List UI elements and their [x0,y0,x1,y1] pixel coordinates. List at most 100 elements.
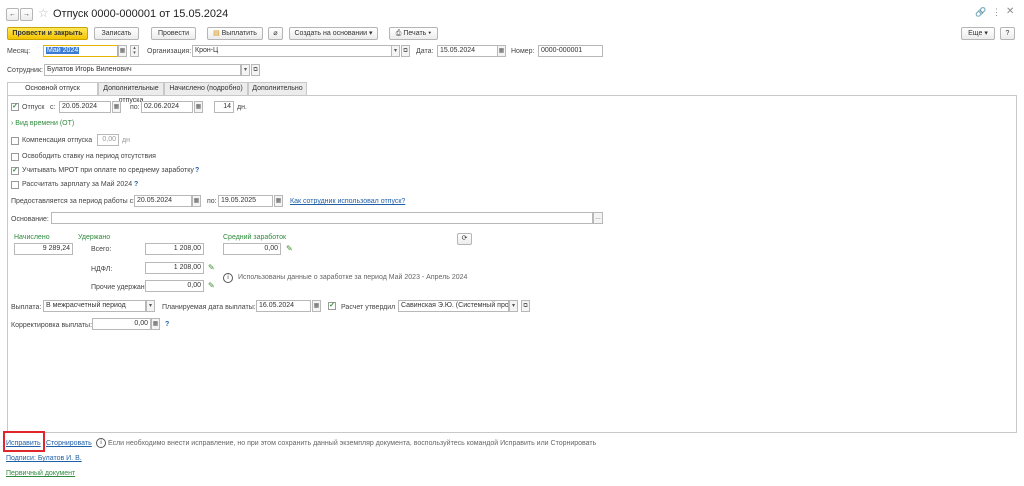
payout-dropdown-button[interactable]: ▾ [146,300,155,312]
calc-salary-help-icon[interactable]: ? [134,180,138,190]
org-field[interactable]: Крон-Ц [192,45,392,57]
vacation-to-field[interactable]: 02.06.2024 [141,101,193,113]
period-to-field[interactable]: 19.05.2025 [218,195,273,207]
vacation-to-calendar-button[interactable]: ▦ [194,101,203,113]
planned-date-calendar-button[interactable]: ▦ [312,300,321,312]
chevron-down-icon: ▾ [428,30,432,37]
approved-open-button[interactable]: ⧉ [521,300,530,312]
basis-label: Основание: [11,216,49,223]
planned-date-field[interactable]: 16.05.2024 [256,300,311,312]
compensation-field[interactable]: 0,00 [97,134,119,146]
create-based-label: Создать на основании [294,30,368,37]
month-value: Май 2024 [46,47,80,54]
org-open-button[interactable]: ⧉ [401,45,410,57]
vacation-from-label: с: [50,104,56,111]
tab-additional-vacations[interactable]: Дополнительные отпуска [98,82,164,104]
period-label: Предоставляется за период работы с: [11,198,136,205]
close-icon[interactable]: ✕ [1006,6,1014,17]
favorite-star-icon[interactable]: ☆ [38,6,49,20]
month-calendar-button[interactable]: ▦ [118,45,127,57]
refresh-icon: ⟳ [461,235,468,242]
period-to-calendar-button[interactable]: ▦ [274,195,283,207]
vacation-from-calendar-button[interactable]: ▦ [112,101,121,113]
date-field[interactable]: 15.05.2024 [437,45,498,57]
employee-open-button[interactable]: ⧉ [251,64,260,76]
tab-additional[interactable]: Дополнительно [248,82,307,95]
refresh-button[interactable]: ⟳ [457,233,472,245]
save-button[interactable]: Записать [94,27,139,40]
mrot-help-icon[interactable]: ? [195,166,199,176]
other-withholding-field[interactable]: 0,00 [145,280,204,292]
compensation-checkbox[interactable] [11,137,19,145]
avg-edit-pencil-icon[interactable]: ✎ [286,244,293,254]
reverse-link[interactable]: Сторнировать [46,439,92,449]
calc-salary-label: Рассчитать зарплату за Май 2024 [22,181,133,188]
more-label: Еще [968,30,983,37]
signatures-link[interactable]: Подписи: Булатов И. В. [6,454,82,464]
how-used-link[interactable]: Как сотрудник использовал отпуск? [290,197,405,207]
period-from-calendar-button[interactable]: ▦ [192,195,201,207]
month-field[interactable]: Май 2024 [43,45,118,57]
avg-earnings-header: Средний заработок [223,234,287,241]
basis-select-button[interactable]: … [593,212,603,224]
release-rate-checkbox[interactable] [11,153,19,161]
correction-label: Корректировка выплаты: [11,322,93,329]
approved-field[interactable]: Савинская Э.Ю. (Системный прог [398,300,509,312]
pay-button[interactable]: ▤ Выплатить [207,27,263,40]
date-calendar-button[interactable]: ▦ [497,45,506,57]
avg-earnings-field[interactable]: 0,00 [223,243,281,255]
vacation-days-field[interactable]: 14 [214,101,234,113]
org-dropdown-button[interactable]: ▾ [391,45,400,57]
back-button[interactable]: ← [6,8,19,21]
accrued-header: Начислено [14,234,50,241]
ndfl-label: НДФЛ: [91,266,113,273]
chevron-down-icon: ▾ [369,30,373,37]
forward-button[interactable]: → [20,8,33,21]
number-field[interactable]: 0000-000001 [538,45,603,57]
pay-icon: ▤ [213,30,220,37]
tab-accrued-detailed[interactable]: Начислено (подробно) [164,82,248,95]
tab-main-vacation[interactable]: Основной отпуск [7,82,98,96]
footer-info-text: Если необходимо внести исправление, но п… [108,440,597,447]
approved-dropdown-button[interactable]: ▾ [509,300,518,312]
date-label: Дата: [416,48,434,55]
mrot-checkbox[interactable]: ✓ [11,167,19,175]
month-spin-button[interactable]: ▴ ▾ [130,45,139,57]
basis-field[interactable] [51,212,593,224]
vacation-checkbox[interactable]: ✓ [11,103,19,111]
more-vert-icon[interactable]: ⋮ [992,7,1001,18]
fix-link[interactable]: Исправить [6,439,41,449]
ndfl-field[interactable]: 1 208,00 [145,262,204,274]
attach-button[interactable]: ⌀ [268,27,283,40]
print-button[interactable]: ⎙ Печать ▾ [389,27,438,40]
chevron-down-icon: ▾ [984,30,988,37]
info-icon: i [223,273,233,283]
window-title: Отпуск 0000-000001 от 15.05.2024 [53,8,229,20]
time-type-toggle[interactable]: › Вид времени (ОТ) [11,119,74,129]
ndfl-edit-pencil-icon[interactable]: ✎ [208,263,215,273]
calc-salary-checkbox[interactable] [11,181,19,189]
correction-calendar-button[interactable]: ▦ [151,318,160,330]
link-icon[interactable]: 🔗 [975,7,986,18]
accrued-field: 9 289,24 [14,243,73,255]
period-from-field[interactable]: 20.05.2024 [134,195,192,207]
more-button[interactable]: Еще ▾ [961,27,995,40]
paperclip-icon: ⌀ [273,30,278,37]
post-and-close-button[interactable]: Провести и закрыть [7,27,88,40]
payout-field[interactable]: В межрасчетный период [43,300,146,312]
approved-label: Расчет утвердил [341,304,396,311]
total-field: 1 208,00 [145,243,204,255]
employee-field[interactable]: Булатов Игорь Виленович [44,64,241,76]
create-based-button[interactable]: Создать на основании ▾ [289,27,378,40]
other-edit-pencil-icon[interactable]: ✎ [208,281,215,291]
help-button[interactable]: ? [1000,27,1015,40]
approved-checkbox[interactable]: ✓ [328,302,336,310]
employee-dropdown-button[interactable]: ▾ [241,64,250,76]
employee-label: Сотрудник: [7,67,43,74]
vacation-from-field[interactable]: 20.05.2024 [59,101,111,113]
primary-document-link[interactable]: Первичный документ [6,469,75,479]
correction-field[interactable]: 0,00 [92,318,151,330]
post-button[interactable]: Провести [151,27,196,40]
correction-help-icon[interactable]: ? [165,320,169,330]
withheld-header: Удержано [78,234,111,241]
